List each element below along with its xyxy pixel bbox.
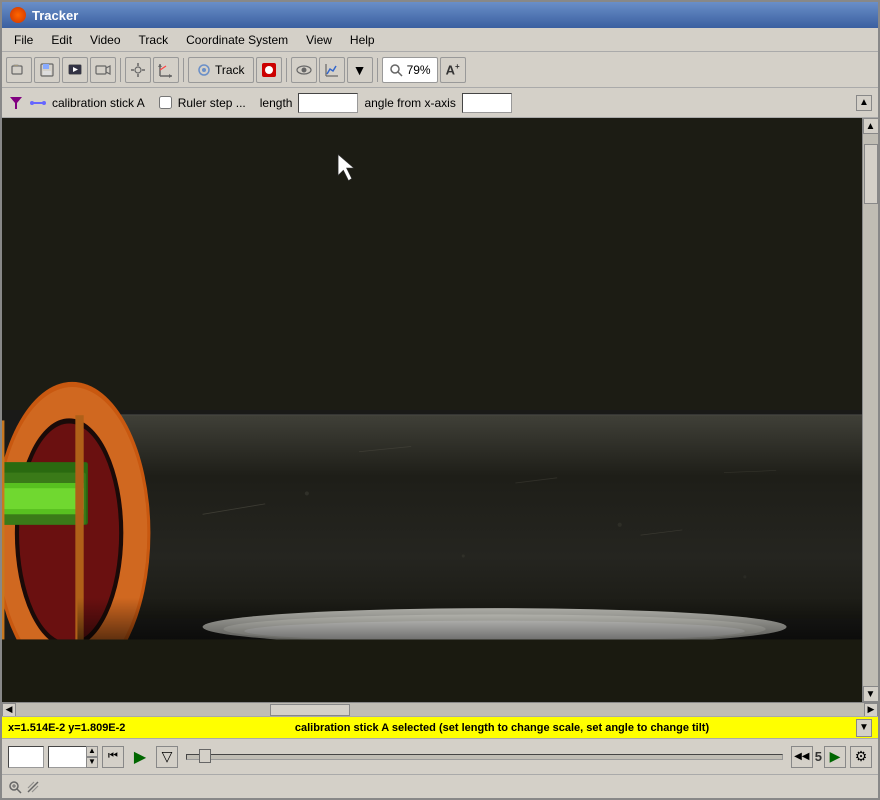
menu-coordinate-system[interactable]: Coordinate System xyxy=(178,31,296,49)
title-bar: Tracker xyxy=(2,2,878,28)
speed-spinner: ▲ ▼ xyxy=(86,746,98,768)
separator-2 xyxy=(183,58,184,82)
play-button[interactable]: ▶ xyxy=(128,745,152,769)
separator-3 xyxy=(286,58,287,82)
end-controls: ◀◀ 5 ▶ xyxy=(791,746,846,768)
scrollbar-thumb-h[interactable] xyxy=(270,704,350,716)
vertical-scrollbar: ▲ ▼ xyxy=(862,118,878,702)
graph-button[interactable] xyxy=(319,57,345,83)
coordinates-display: x=1.514E-2 y=1.809E-2 xyxy=(8,722,148,734)
clip-button[interactable] xyxy=(62,57,88,83)
speed-input[interactable]: 100% xyxy=(48,746,86,768)
menu-bar: File Edit Video Track Coordinate System … xyxy=(2,28,878,52)
angle-input[interactable]: -89.7° xyxy=(462,93,512,113)
ruler-step-label: Ruler step ... xyxy=(178,96,246,110)
playback-bar: 001 100% ▲ ▼ ⏮ ▶ ▽ ◀◀ 5 ▶ ⚙ xyxy=(2,738,878,774)
track-label: Track xyxy=(215,63,245,77)
search-icon xyxy=(389,63,403,77)
angle-label: angle from x-axis xyxy=(364,96,455,110)
eye-button[interactable] xyxy=(291,57,317,83)
status-dropdown-button[interactable]: ▼ xyxy=(856,719,872,737)
length-input[interactable]: 0.100 m xyxy=(298,93,358,113)
config-button[interactable] xyxy=(125,57,151,83)
horizontal-scrollbar: ◀ ▶ xyxy=(2,702,878,716)
zoom-area: 79% xyxy=(382,57,438,83)
ruler-step-checkbox[interactable] xyxy=(159,96,172,109)
status-bar: x=1.514E-2 y=1.809E-2 calibration stick … xyxy=(2,716,878,738)
graph-dropdown[interactable]: ▼ xyxy=(347,57,373,83)
tracker-icon xyxy=(10,7,26,23)
timeline-thumb[interactable] xyxy=(199,749,211,763)
calibration-stick-icon xyxy=(30,95,46,111)
main-content: ▲ ▼ xyxy=(2,118,878,702)
prev-frame-button[interactable]: ◀◀ xyxy=(791,746,813,768)
first-frame-button[interactable]: ⏮ xyxy=(102,746,124,768)
speed-up-button[interactable]: ▲ xyxy=(86,746,98,757)
menu-view[interactable]: View xyxy=(298,31,340,49)
zoom-corner-icon xyxy=(8,780,22,794)
next-frame-button[interactable]: ▶ xyxy=(824,746,846,768)
scroll-up-button[interactable]: ▲ xyxy=(856,95,872,111)
scrollbar-track-v[interactable] xyxy=(863,134,878,686)
scrollbar-thumb-v[interactable] xyxy=(864,144,878,204)
save-button[interactable] xyxy=(34,57,60,83)
status-message: calibration stick A selected (set length… xyxy=(148,722,856,734)
bottom-toolbar xyxy=(2,774,878,798)
video-button[interactable] xyxy=(90,57,116,83)
settings-button[interactable]: ⚙ xyxy=(850,746,872,768)
calibration-stick-label: calibration stick A xyxy=(52,96,145,110)
menu-track[interactable]: Track xyxy=(131,31,177,49)
menu-help[interactable]: Help xyxy=(342,31,383,49)
length-label: length xyxy=(260,96,293,110)
axes-button[interactable] xyxy=(153,57,179,83)
scroll-left-button[interactable]: ◀ xyxy=(2,703,16,717)
scroll-up-button-v[interactable]: ▲ xyxy=(863,118,879,134)
separator-1 xyxy=(120,58,121,82)
scrollbar-track-h[interactable] xyxy=(16,703,864,716)
open-button[interactable] xyxy=(6,57,32,83)
scroll-right-button[interactable]: ▶ xyxy=(864,703,878,717)
timeline[interactable] xyxy=(186,754,783,760)
scroll-down-button-v[interactable]: ▼ xyxy=(863,686,879,702)
speed-down-button[interactable]: ▼ xyxy=(86,757,98,768)
video-frame xyxy=(2,118,862,702)
toolbar: Track ▼ xyxy=(2,52,878,88)
mark-button[interactable]: ▽ xyxy=(156,746,178,768)
window-title: Tracker xyxy=(32,8,78,23)
resize-icon xyxy=(26,780,40,794)
calibration-bar: calibration stick A Ruler step ... lengt… xyxy=(2,88,878,118)
video-area xyxy=(2,118,862,702)
track-button[interactable]: Track xyxy=(188,57,254,83)
menu-edit[interactable]: Edit xyxy=(43,31,80,49)
record-button[interactable] xyxy=(256,57,282,83)
zoom-level: 79% xyxy=(407,63,431,77)
menu-video[interactable]: Video xyxy=(82,31,128,49)
end-frame-display: 5 xyxy=(815,749,822,764)
menu-file[interactable]: File xyxy=(6,31,41,49)
frame-number-input[interactable]: 001 xyxy=(8,746,44,768)
font-button[interactable]: A+ xyxy=(440,57,466,83)
filter-icon xyxy=(8,95,24,111)
main-window: Tracker File Edit Video Track Coordinate… xyxy=(0,0,880,800)
separator-4 xyxy=(377,58,378,82)
video-canvas xyxy=(2,118,862,702)
